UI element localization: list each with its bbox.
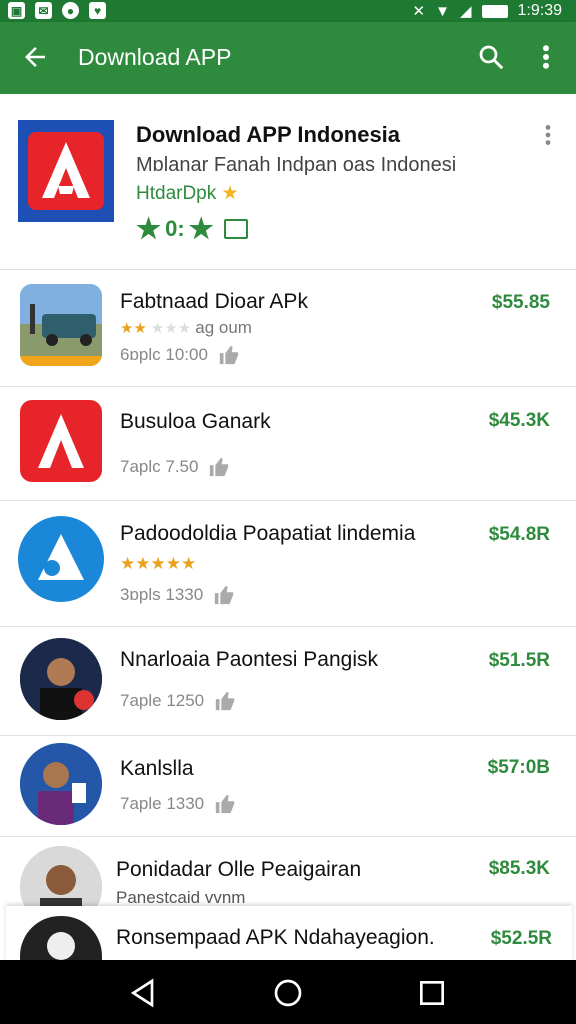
- star-icon: ★: [221, 183, 239, 204]
- app-price: $85.3K: [488, 858, 550, 879]
- star-icon: ★: [188, 213, 214, 244]
- app-icon: [18, 516, 104, 602]
- app-meta-text: Panestcaid vvnm: [116, 888, 246, 907]
- app-icon: [20, 400, 102, 482]
- star-icon: ★★★★★: [120, 554, 197, 573]
- app-avatar: [20, 638, 102, 720]
- rating-text: ag oum: [195, 318, 252, 337]
- list-item[interactable]: Kanlslla $57:0B 7aple 1330: [0, 737, 576, 837]
- app-meta: Panestcaid vvnm: [116, 888, 245, 908]
- app-avatar: [20, 743, 102, 825]
- rating-value: 0:: [165, 215, 185, 241]
- list-item[interactable]: Ronsempaad APK Ndahayeagion. $52.5R: [6, 906, 572, 976]
- app-price: $52.5R: [490, 928, 552, 949]
- app-name: Nnarloaia Paontesi Pangisk: [120, 648, 378, 671]
- editors-choice-icon: [223, 218, 248, 239]
- app-meta-text: 7aple 1250: [120, 691, 205, 710]
- app-meta-text: 3ɒpls 1330: [120, 585, 204, 604]
- app-price: $51.5R: [488, 650, 550, 671]
- featured-app-rating: ★ 0: ★: [136, 212, 248, 245]
- thumb-up-icon: [215, 691, 235, 711]
- app-icon: [20, 284, 102, 366]
- featured-app-developer: HtdarDpk ★: [136, 182, 239, 205]
- app-price: $54.8R: [488, 524, 550, 545]
- app-meta-text: 7aplc 7.50: [120, 457, 199, 476]
- featured-app-subtitle: Mɒlanar Fanah Indpan oas Indonesi: [136, 154, 457, 176]
- app-name: Ponidadar Olle Peaigairan: [116, 858, 362, 881]
- star-icon: ★: [136, 213, 162, 244]
- list-item[interactable]: Busuloa Ganark $45.3K 7aplc 7.50: [0, 388, 576, 501]
- nav-home-icon[interactable]: [272, 977, 304, 1009]
- list-item[interactable]: Fabtnaad Dioar APk $55.85 ★★ ★★★ ag oum 6…: [0, 270, 576, 387]
- app-price: $45.3K: [488, 410, 550, 431]
- app-bar: Download APP: [0, 22, 576, 94]
- more-vert-icon[interactable]: [536, 42, 556, 72]
- thumb-up-icon: [215, 794, 235, 814]
- app-name: Padoodoldia Poapatiat lindemia: [120, 522, 416, 545]
- signal-icon: ◢: [459, 3, 472, 20]
- app-logo-icon: [18, 120, 114, 222]
- app-rating: ★★★★★: [120, 554, 196, 574]
- app-meta: 3ɒpls 1330: [120, 584, 235, 606]
- app-rating: ★★ ★★★ ag oum: [120, 318, 252, 338]
- featured-app-card[interactable]: Download APP Indonesia Mɒlanar Fanah Ind…: [0, 94, 576, 270]
- arrow-back-icon[interactable]: [20, 42, 50, 72]
- thumb-up-icon: [215, 585, 234, 605]
- app-meta: 6ɒplc 10:00: [120, 344, 240, 366]
- battery-icon: [481, 4, 508, 18]
- app-name: Fabtnaad Dioar APk: [120, 290, 308, 313]
- list-item[interactable]: Ponidadar Olle Peaigairan $85.3K Panestc…: [0, 838, 576, 928]
- status-time: 1:9:39: [517, 2, 562, 19]
- thumb-up-icon: [210, 457, 229, 477]
- status-bar: ▣ ✉ ● ♥ ✕ ▼ ◢ 1:9:39: [0, 0, 576, 22]
- app-name: Ronsempaad APK Ndahayeagion.: [116, 926, 435, 949]
- featured-app-title: Download APP Indonesia: [136, 122, 401, 147]
- app-price: $57:0B: [487, 757, 550, 778]
- app-price: $55.85: [491, 292, 550, 313]
- messenger-notification-icon: ✉: [35, 2, 52, 19]
- more-vert-icon[interactable]: [540, 122, 556, 148]
- app-meta: 7aple 1330: [120, 793, 236, 815]
- alert-notification-icon: ●: [62, 2, 79, 19]
- app-name: Kanlslla: [120, 757, 194, 780]
- system-nav-bar: [0, 960, 576, 1024]
- star-icon: ★★: [120, 320, 147, 337]
- bag-notification-icon: ♥: [89, 2, 106, 19]
- gallery-notification-icon: ▣: [8, 2, 25, 19]
- developer-name: HtdarDpk: [136, 183, 217, 204]
- nav-back-icon[interactable]: [128, 977, 160, 1009]
- search-icon[interactable]: [476, 42, 506, 72]
- mute-icon: ✕: [412, 3, 426, 20]
- app-meta: 7aplc 7.50: [120, 456, 230, 478]
- star-icon: ★★★: [150, 320, 192, 337]
- list-item[interactable]: Nnarloaia Paontesi Pangisk $51.5R 7aple …: [0, 628, 576, 736]
- nav-recents-icon[interactable]: [416, 977, 448, 1009]
- app-bar-title: Download APP: [78, 44, 232, 70]
- wifi-icon: ▼: [435, 2, 450, 20]
- thumb-up-icon: [219, 345, 239, 365]
- app-meta-text: 7aple 1330: [120, 794, 205, 813]
- list-item[interactable]: Padoodoldia Poapatiat lindemia $54.8R ★★…: [0, 502, 576, 627]
- app-name: Busuloa Ganark: [120, 410, 271, 433]
- app-meta-text: 6ɒplc 10:00: [120, 345, 208, 364]
- app-meta: 7aple 1250: [120, 690, 236, 712]
